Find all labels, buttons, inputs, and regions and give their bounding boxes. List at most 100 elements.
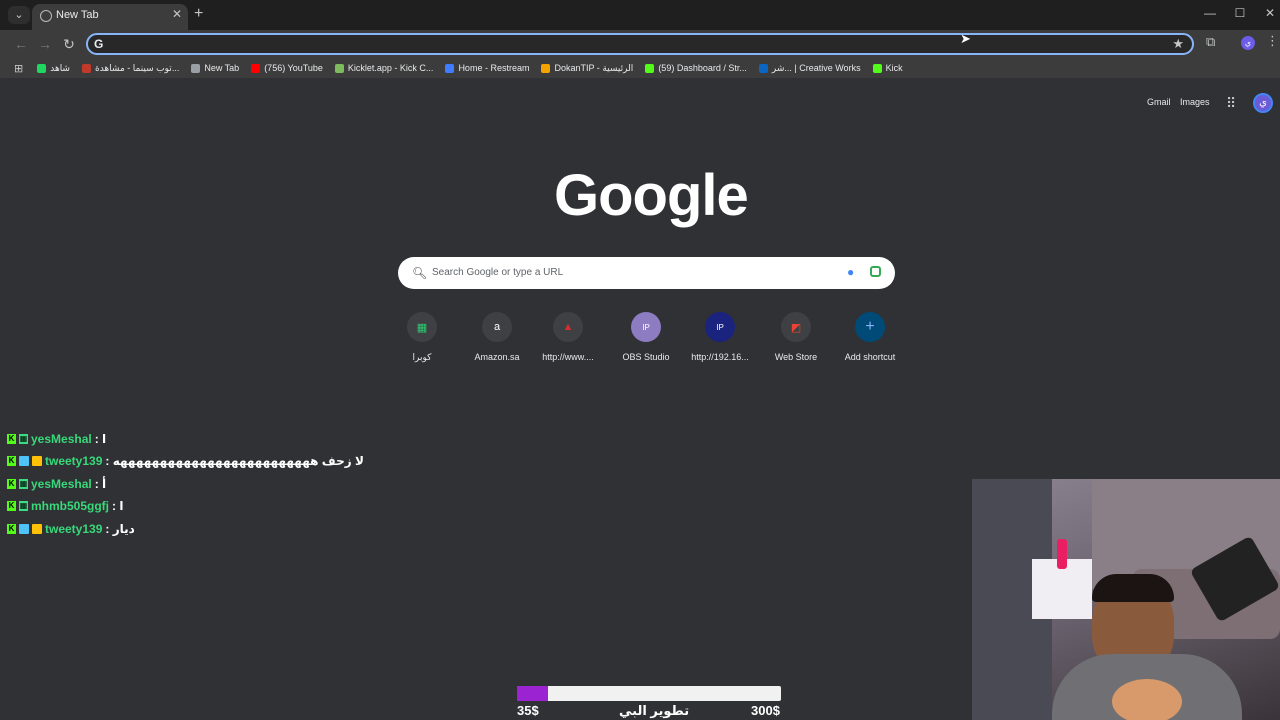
shortcut-label: Web Store [774,352,818,362]
reload-icon[interactable]: ↻ [60,35,78,53]
bookmark-label: New Tab [204,63,240,73]
donation-goal-fill [517,686,548,701]
bookmark-item[interactable]: شر... | Creative Works [758,63,861,74]
kick-badge-icon: K [7,434,16,444]
minimize-icon[interactable]: — [1200,6,1220,20]
bookmark-label: شاهد [50,62,70,73]
shortcut-glyph: ▦ [416,321,428,334]
bookmark-label: Kick [885,63,903,73]
grid-green-icon: ▦ [407,312,437,342]
shortcut-tile[interactable]: ▦ كوبرا [387,312,457,363]
shortcut-label: Add shortcut [844,352,896,362]
forward-icon[interactable]: → [36,35,54,53]
back-icon[interactable]: ← [12,35,30,53]
bookmark-star-icon[interactable]: ★ [1172,36,1184,52]
close-tab-icon[interactable]: ✕ [172,7,182,21]
toolbar: ← → ↻ G ★ ⧉ ي ⋮ [0,30,1280,58]
shortcut-glyph: ▲ [562,321,574,333]
webcam-overlay [972,479,1280,720]
bookmark-item[interactable]: شاهد [37,63,70,74]
bookmark-item[interactable]: (59) Dashboard / Str... [645,63,747,73]
shortcut-glyph: IP [716,322,724,332]
bookmark-favicon-icon [191,63,201,73]
bookmark-favicon-icon [81,63,91,73]
bookmark-item[interactable]: (756) YouTube [251,63,323,73]
search-icon: 🔍︎ [412,266,428,280]
bookmark-favicon-icon [541,63,551,73]
ip-blue-icon: IP [705,312,735,342]
bookmark-favicon-icon [872,63,882,73]
menu-dots-icon[interactable]: ⋮ [1266,33,1279,49]
bookmark-item[interactable]: New Tab [191,63,239,73]
chat-badge-icon [19,523,29,534]
shortcut-tile[interactable]: ◩ Web Store [761,312,831,362]
shortcut-glyph: + [865,318,875,335]
account-avatar[interactable]: ي [1253,93,1273,113]
profile-avatar[interactable]: ي [1241,36,1255,50]
apps-grid-icon[interactable]: ⊞ [14,62,23,75]
chat-text: : ديار [105,521,135,536]
extensions-icon[interactable]: ⧉ [1206,34,1215,50]
shortcut-tile[interactable]: ▲ http://www.... [533,312,603,362]
tab-search-icon[interactable]: ⌄ [8,6,30,24]
search-box[interactable]: 🔍︎ Search Google or type a URL ● [398,257,895,289]
chat-badge-icon: ▦ [19,478,28,489]
bookmark-item[interactable]: Home - Restream [445,63,529,73]
webstore-icon: ◩ [781,312,811,342]
bookmark-favicon-icon [758,63,768,73]
new-tab-icon[interactable]: + [194,5,203,23]
goal-title: تطوير البي [619,703,690,718]
gmail-link[interactable]: Gmail [1147,97,1171,107]
car-red-icon: ▲ [553,312,583,342]
bookmark-item[interactable]: توب سينما - مشاهدة... [81,63,179,74]
shortcut-glyph: a [493,321,501,333]
ip-purple-icon: IP [631,312,661,342]
bookmark-favicon-icon [251,63,261,73]
globe-icon [40,10,52,22]
bookmark-favicon-icon [445,63,455,73]
bookmark-favicon-icon [37,63,47,73]
bookmark-item[interactable]: Kick [872,63,903,73]
bookmark-favicon-icon [334,63,344,73]
bookmark-item[interactable]: Kicklet.app - Kick C... [334,63,433,73]
shortcut-tile[interactable]: a Amazon.sa [462,312,532,362]
kick-badge-icon: K [7,456,16,467]
close-window-icon[interactable]: ✕ [1260,6,1280,20]
chat-text: : ا [94,432,107,446]
amazon-icon: a [482,312,512,342]
tab-strip: ⌄ New Tab ✕ + — ☐ ✕ [0,0,1280,30]
chat-badge-icon: ▦ [19,434,28,444]
crown-badge-icon [32,523,42,534]
chat-text: : ا [112,499,124,514]
shortcut-tile[interactable]: IP http://192.16... [685,312,755,362]
google-apps-icon[interactable]: ⠿ [1226,95,1236,112]
chat-message: K ▦ mhmb505ggfj: ا [7,497,123,515]
images-link[interactable]: Images [1180,97,1210,107]
shortcut-tile[interactable]: + Add shortcut [835,312,905,362]
chat-text: : أ [94,476,107,491]
bookmark-item[interactable]: DokanTIP - الرئيسية [541,63,633,74]
tab-new-tab[interactable]: New Tab ✕ [32,4,188,30]
shortcut-tile[interactable]: IP OBS Studio [611,312,681,362]
plus-icon: + [855,312,885,342]
search-placeholder: Search Google or type a URL [432,267,564,278]
bookmark-favicon-icon [645,63,655,73]
shortcut-glyph: ◩ [790,321,802,334]
google-lens-icon[interactable] [870,266,881,277]
address-bar[interactable]: G ★ [86,33,1194,55]
mouse-cursor-icon: ➤ [960,31,971,46]
kick-badge-icon: K [7,501,16,512]
chat-username: mhmb505ggfj [31,499,110,514]
chat-message: K ▦ yesMeshal: أ [7,475,106,493]
kick-badge-icon: K [7,478,16,489]
crown-badge-icon [32,456,42,467]
donation-goal-bar [517,686,781,701]
maximize-icon[interactable]: ☐ [1230,6,1250,20]
bookmark-label: (59) Dashboard / Str... [658,63,747,73]
shortcut-label: http://www.... [542,352,594,362]
chat-badge-icon [19,456,29,467]
shortcut-glyph: IP [642,322,650,332]
goal-target: 300$ [751,703,780,718]
microphone-icon[interactable]: ● [847,265,854,279]
chat-message: Ktweety139: ديار [7,520,135,538]
